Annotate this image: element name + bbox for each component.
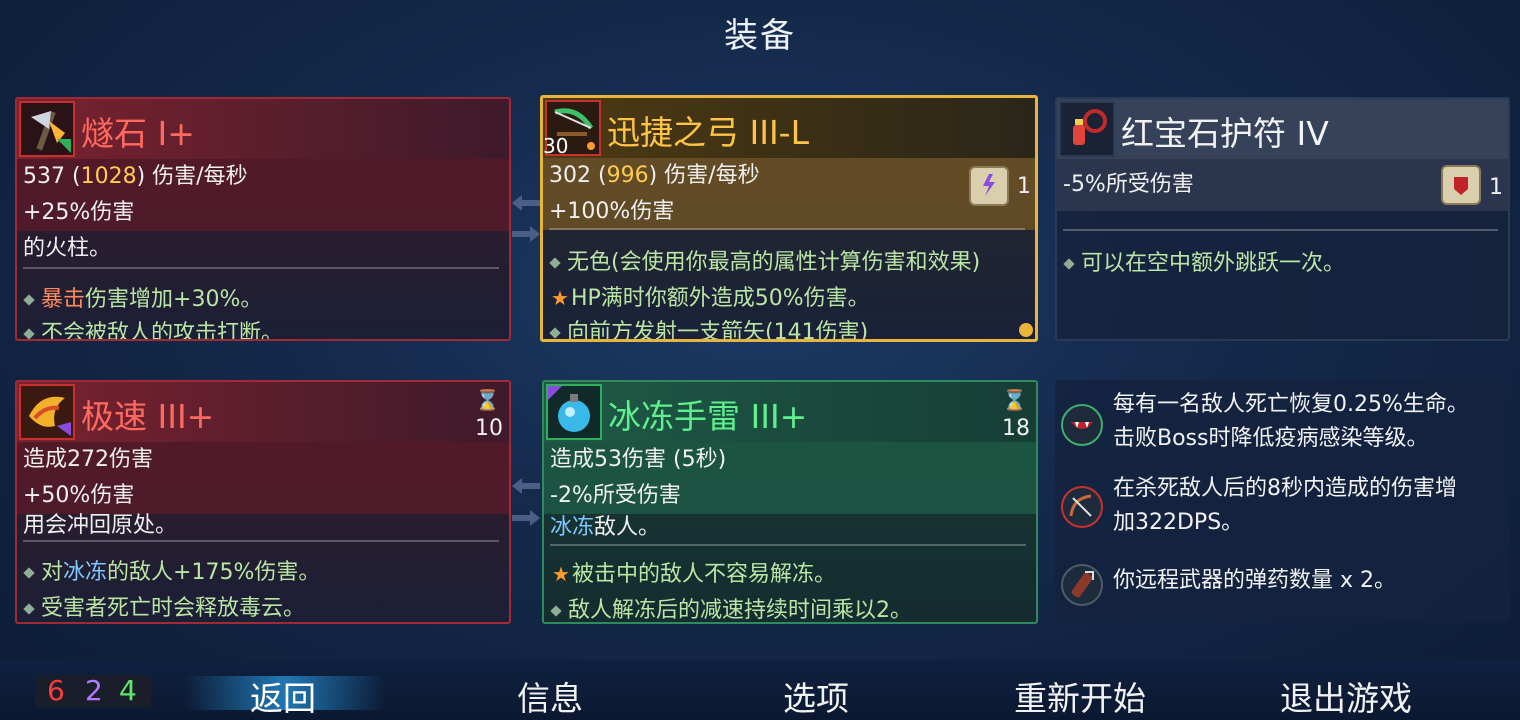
dps-line: 537 (1028) 伤害/每秒 [17, 159, 509, 195]
item-name: 燧石 I+ [81, 114, 195, 153]
description: 的火柱。 [23, 236, 112, 261]
scroll-of-tactics-icon [969, 166, 1009, 206]
swap-right-arrow-icon[interactable] [512, 226, 540, 242]
affix: ★HP满时你额外造成50%伤害。 [551, 286, 870, 311]
back-button[interactable]: 返回 [250, 672, 316, 720]
scroll-count: 1 [1017, 174, 1031, 199]
mutation-text: 你远程武器的弹药数量 x 2。 [1113, 568, 1397, 593]
item-header: 红宝石护符 IV [1057, 99, 1508, 159]
affix: 向前方发射一支箭矢(141伤害) [549, 314, 868, 339]
scroll-count: 1 [1489, 175, 1503, 200]
weapon-slot-1[interactable]: 燧石 I+ 537 (1028) 伤害/每秒 +25%伤害 的火柱。 暴击伤害增… [15, 97, 511, 341]
affix: ★被击中的敌人不容易解冻。 [552, 562, 836, 587]
affix: 无色(会使用你最高的属性计算伤害和效果) [549, 244, 980, 276]
affix: 敌人解冻后的减速持续时间乘以2。 [550, 592, 912, 622]
mutations-panel: 每有一名敌人死亡恢复0.25%生命。 击败Boss时降低疫病感染等级。 在杀死敌人… [1055, 380, 1510, 622]
affix: 暴击伤害增加+30%。 [23, 281, 262, 313]
swap-left-arrow-icon[interactable] [512, 478, 540, 494]
damage-line: 造成53伤害 (5秒) [544, 442, 1036, 478]
item-name: 红宝石护符 IV [1121, 114, 1329, 153]
mutation-item[interactable]: 每有一名敌人死亡恢复0.25%生命。 击败Boss时降低疫病感染等级。 [1055, 388, 1510, 460]
affix: 可以在空中额外跳跃一次。 [1063, 245, 1345, 277]
description: 用会冲回原处。 [23, 513, 178, 538]
divider [549, 228, 1025, 230]
weapon-slot-2[interactable]: 30 迅捷之弓 III-L 302 (996) 伤害/每秒 +100%伤害 1 … [540, 95, 1038, 342]
cooldown-value: 18 [1002, 416, 1030, 441]
item-header: 冰冻手雷 III+ ⌛ 18 [544, 382, 1036, 442]
scroll-of-survival-icon [1441, 165, 1481, 205]
cooldown-hourglass-icon: ⌛ [1002, 388, 1027, 412]
item-level-badge: 30 [543, 134, 569, 158]
vampire-mouth-icon [1061, 404, 1103, 446]
cooldown-hourglass-icon: ⌛ [475, 388, 500, 412]
amulet-slot[interactable]: 红宝石护符 IV -5%所受伤害 1 可以在空中额外跳跃一次。 [1055, 97, 1510, 341]
affix: 受害者死亡时会释放毒云。 [23, 590, 305, 622]
mutation-text: 在杀死敌人后的8秒内造成的伤害增 加322DPS。 [1113, 476, 1457, 535]
divider [1063, 229, 1498, 231]
options-button[interactable]: 选项 [783, 672, 849, 720]
description: 冰冻敌人。 [550, 515, 661, 540]
scroll-stats-counter: 6 2 4 [35, 675, 151, 707]
restart-button[interactable]: 重新开始 [1014, 672, 1146, 720]
item-name: 迅捷之弓 III-L [607, 113, 809, 152]
damage-bonus: +25%伤害 [17, 195, 509, 231]
damage-reduction: -2%所受伤害 [544, 478, 1036, 514]
quit-game-button[interactable]: 退出游戏 [1280, 672, 1412, 720]
item-header: 30 迅捷之弓 III-L [543, 98, 1035, 158]
quiver-icon [1061, 564, 1103, 606]
mutation-item[interactable]: 你远程武器的弹药数量 x 2。 [1055, 556, 1510, 616]
divider [23, 540, 499, 542]
item-name: 极速 III+ [81, 397, 215, 436]
swap-right-arrow-icon[interactable] [512, 510, 540, 526]
skill-slot-2[interactable]: 冰冻手雷 III+ ⌛ 18 造成53伤害 (5秒) -2%所受伤害 冰冻敌人。… [542, 380, 1038, 624]
divider [550, 544, 1026, 546]
dps-line: 302 (996) 伤害/每秒 [543, 158, 1035, 194]
info-button[interactable]: 信息 [517, 672, 583, 720]
item-name: 冰冻手雷 III+ [608, 397, 808, 436]
amulet-icon [1059, 101, 1115, 157]
swap-left-arrow-icon[interactable] [512, 195, 540, 211]
item-header: 极速 III+ ⌛ 10 [17, 382, 509, 442]
bow-rune-icon [1061, 486, 1103, 528]
axe-icon [19, 101, 75, 157]
affix: 对冰冻的敌人+175%伤害。 [23, 554, 320, 586]
skill-slot-1[interactable]: 极速 III+ ⌛ 10 造成272伤害 +50%伤害 用会冲回原处。 对冰冻的… [15, 380, 511, 624]
brutality-count: 6 [47, 674, 65, 707]
ice-grenade-icon [546, 384, 602, 440]
damage-bonus: +100%伤害 [543, 194, 1035, 230]
damage-line: 造成272伤害 [17, 442, 509, 478]
survival-count: 4 [119, 674, 137, 707]
item-header: 燧石 I+ [17, 99, 509, 159]
mutation-item[interactable]: 在杀死敌人后的8秒内造成的伤害增 加322DPS。 [1055, 472, 1510, 544]
corner-gem-icon [1019, 323, 1033, 337]
dash-icon [19, 384, 75, 440]
screen-title: 装备 [724, 16, 796, 56]
tactics-count: 2 [85, 674, 103, 707]
mutation-text: 每有一名敌人死亡恢复0.25%生命。 击败Boss时降低疫病感染等级。 [1113, 392, 1469, 451]
cooldown-value: 10 [475, 416, 503, 441]
divider [23, 267, 499, 269]
affix: 不会被敌人的攻击打断。 [23, 315, 283, 339]
